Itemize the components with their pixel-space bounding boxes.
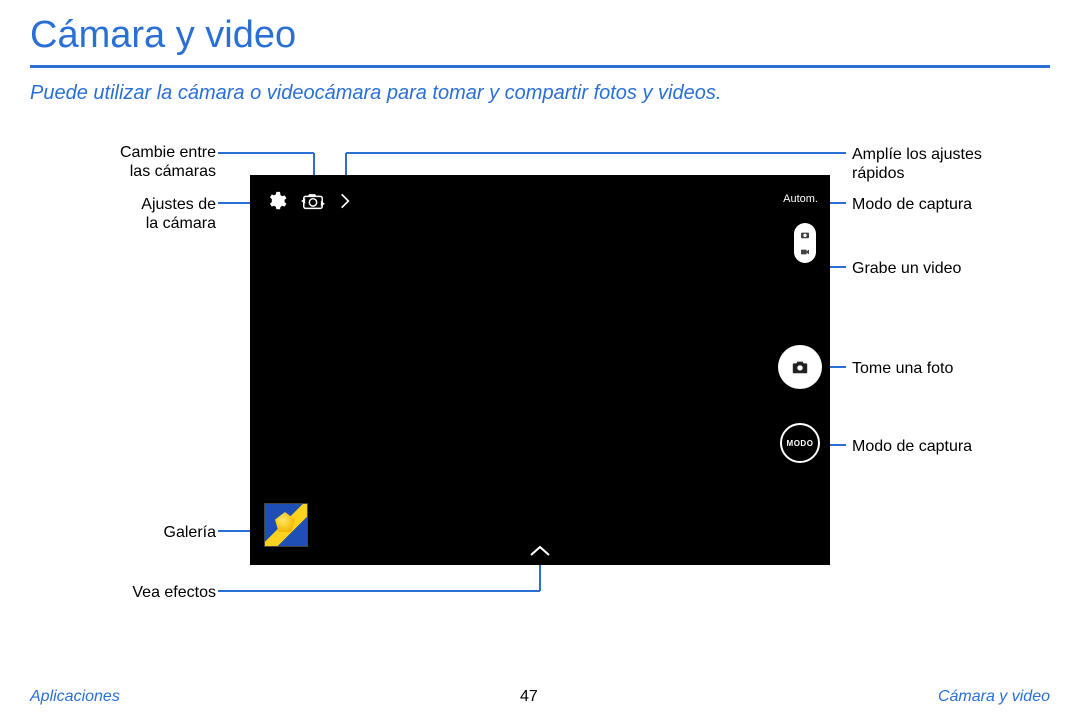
gallery-thumbnail[interactable] xyxy=(264,503,308,547)
camera-icon xyxy=(791,359,809,375)
mode-button[interactable]: MODO xyxy=(780,423,820,463)
video-mini-icon xyxy=(800,248,810,256)
photo-video-toggle[interactable] xyxy=(794,223,816,263)
page-title: Cámara y video xyxy=(0,0,1080,65)
page-number: 47 xyxy=(520,688,538,706)
shutter-button[interactable] xyxy=(778,345,822,389)
label-capture-mode-top: Modo de captura xyxy=(852,195,972,214)
gear-icon[interactable] xyxy=(264,189,288,213)
footer-topic: Cámara y video xyxy=(938,688,1050,706)
label-camera-settings: Ajustes dela cámara xyxy=(96,195,216,233)
chevron-right-icon[interactable] xyxy=(336,189,354,213)
label-switch-cameras: Cambie entrelas cámaras xyxy=(96,143,216,181)
page-footer: Aplicaciones 47 Cámara y video xyxy=(0,688,1080,706)
label-record-video: Grabe un video xyxy=(852,259,961,278)
title-rule xyxy=(30,65,1050,68)
page-subtitle: Puede utilizar la cámara o videocámara p… xyxy=(0,82,1080,125)
label-view-effects: Vea efectos xyxy=(96,583,216,602)
label-take-photo: Tome una foto xyxy=(852,359,953,378)
diagram-area: Cambie entrelas cámaras Ajustes dela cám… xyxy=(0,125,1080,625)
camera-preview-screen: Autom. MODO xyxy=(250,175,830,565)
camera-mini-icon xyxy=(800,231,810,239)
footer-section: Aplicaciones xyxy=(30,688,120,706)
switch-camera-icon[interactable] xyxy=(300,189,326,213)
auto-mode-label[interactable]: Autom. xyxy=(783,193,818,205)
chevron-up-icon[interactable] xyxy=(525,543,555,559)
label-expand-quick-settings: Amplíe los ajustesrápidos xyxy=(852,145,1022,183)
label-capture-mode-bottom: Modo de captura xyxy=(852,437,972,456)
label-gallery: Galería xyxy=(96,523,216,542)
